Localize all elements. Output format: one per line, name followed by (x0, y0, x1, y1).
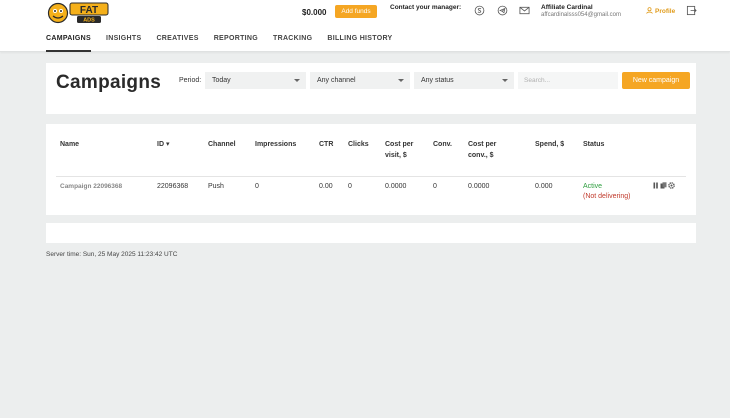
profile-link[interactable]: Profile (646, 7, 675, 15)
cell-impressions: 0 (255, 183, 259, 190)
cell-clicks: 0 (348, 183, 352, 190)
cell-conv: 0 (433, 183, 437, 190)
empty-panel (46, 223, 696, 243)
mail-icon[interactable] (519, 5, 530, 16)
channel-select[interactable]: Any channel (310, 72, 410, 89)
column-header-ctr[interactable]: CTR (319, 139, 333, 150)
page-title: Campaigns (56, 72, 162, 93)
cell-cost-per-conv: 0.0000 (468, 183, 490, 190)
cell-cost-per-visit: 0.0000 (385, 183, 407, 190)
filters-card: Campaigns Period: Today Any channel Any … (46, 63, 696, 114)
search-input[interactable] (518, 72, 618, 89)
main-nav: CAMPAIGNS INSIGHTS CREATIVES REPORTING T… (46, 28, 408, 52)
period-select-value: Today (212, 77, 231, 84)
user-icon (646, 7, 653, 14)
new-campaign-button[interactable]: New campaign (622, 72, 690, 89)
skype-icon[interactable] (474, 5, 485, 16)
tab-tracking[interactable]: TRACKING (273, 28, 312, 52)
chevron-down-icon (502, 79, 508, 82)
add-funds-button[interactable]: Add funds (335, 5, 377, 18)
cell-id: 22096368 (157, 183, 189, 190)
tab-billing-history[interactable]: BILLING HISTORY (327, 28, 392, 52)
period-label: Period: (179, 77, 202, 84)
chevron-down-icon (398, 79, 404, 82)
logout-icon[interactable] (686, 5, 697, 16)
column-header-channel[interactable]: Channel (208, 139, 236, 150)
period-select[interactable]: Today (205, 72, 306, 89)
column-header-name[interactable]: Name (60, 139, 79, 150)
server-time: Server time: Sun, 25 May 2025 11:23:42 U… (46, 251, 178, 258)
column-header-id[interactable]: ID ▾ (157, 139, 169, 150)
column-header-conv[interactable]: Conv. (433, 139, 452, 150)
status-note: (Not delivering) (583, 193, 631, 200)
tab-campaigns[interactable]: CAMPAIGNS (46, 28, 91, 52)
fat-ads-logo[interactable]: FAT ADS (47, 2, 111, 24)
user-email: affcardinalsss054@gmail.com (541, 12, 622, 18)
tab-reporting[interactable]: REPORTING (214, 28, 258, 52)
chevron-down-icon (294, 79, 300, 82)
campaigns-table: Name ID ▾ Channel Impressions CTR Clicks… (46, 124, 696, 215)
copy-icon[interactable] (660, 182, 667, 189)
profile-label: Profile (655, 8, 676, 15)
channel-select-value: Any channel (317, 77, 356, 84)
svg-text:FAT: FAT (80, 5, 98, 16)
svg-text:ADS: ADS (83, 18, 95, 24)
top-bar: FAT ADS $0.000 Add funds Contact your ma… (0, 0, 730, 52)
campaign-name-link[interactable]: Campaign 22096368 (60, 182, 122, 192)
column-header-status[interactable]: Status (583, 139, 604, 150)
table-divider (56, 176, 686, 177)
cell-status: Active (Not delivering) (583, 182, 630, 202)
telegram-icon[interactable] (497, 5, 508, 16)
status-select[interactable]: Any status (414, 72, 514, 89)
cell-spend: 0.000 (535, 183, 553, 190)
cell-channel: Push (208, 183, 224, 190)
balance-amount: $0.000 (302, 8, 327, 17)
column-header-cost-per-visit[interactable]: Cost per visit, $ (385, 139, 419, 161)
pause-icon[interactable] (653, 182, 659, 189)
status-badge: Active (583, 183, 603, 190)
tab-creatives[interactable]: CREATIVES (156, 28, 198, 52)
cell-ctr: 0.00 (319, 183, 333, 190)
column-header-cost-per-conv[interactable]: Cost per conv., $ (468, 139, 513, 161)
column-header-impressions[interactable]: Impressions (255, 139, 296, 150)
column-header-spend[interactable]: Spend, $ (535, 139, 564, 150)
user-name: Affiliate Cardinal (541, 4, 593, 11)
tab-insights[interactable]: INSIGHTS (106, 28, 141, 52)
column-header-clicks[interactable]: Clicks (348, 139, 369, 150)
gear-icon[interactable] (668, 182, 675, 189)
contact-manager-label: Contact your manager: (390, 4, 462, 11)
status-select-value: Any status (421, 77, 454, 84)
row-actions (653, 182, 675, 189)
